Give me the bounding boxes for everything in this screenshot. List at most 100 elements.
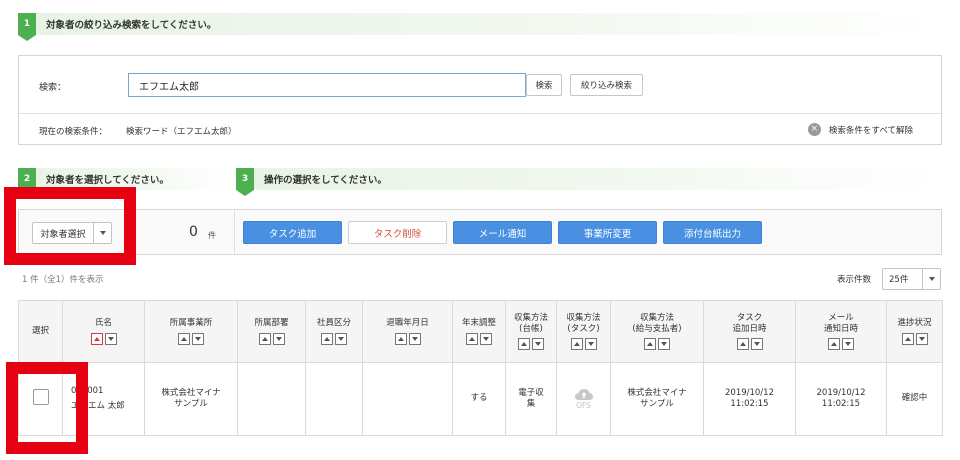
condition-label: 現在の検索条件： bbox=[39, 127, 108, 137]
column-header-label: 選択 bbox=[31, 325, 49, 336]
sort-asc-icon[interactable] bbox=[901, 332, 914, 345]
sort-asc-icon[interactable] bbox=[644, 338, 656, 351]
column-header-label: 氏名 bbox=[94, 318, 112, 329]
chevron-down-icon bbox=[922, 269, 940, 289]
department-cell bbox=[237, 362, 306, 436]
sort-desc-icon[interactable] bbox=[272, 332, 285, 345]
employee-table: 選択 氏名 所属事業所 所属部署 社員区分 退職年月日 年末調整 収集方法 (台帳) 収集方法 … bbox=[18, 300, 943, 436]
filter-search-button[interactable]: 絞り込み検索 bbox=[570, 74, 643, 96]
sort-controls bbox=[238, 332, 305, 345]
sort-controls bbox=[363, 332, 452, 345]
action-divider bbox=[234, 210, 235, 254]
sort-desc-icon[interactable] bbox=[335, 332, 347, 345]
sort-desc-icon[interactable] bbox=[480, 332, 492, 345]
ofs-cloud-icon: OFS bbox=[557, 387, 610, 411]
column-header: 進捗状況 bbox=[886, 300, 943, 363]
method-task-cell: OFS bbox=[556, 362, 611, 436]
office-cell: 株式会社マイナ サンプル bbox=[144, 362, 238, 436]
sort-controls bbox=[557, 338, 610, 351]
sort-asc-icon[interactable] bbox=[258, 332, 271, 345]
condition-value: 検索ワード（エフエム太郎） bbox=[126, 127, 237, 137]
column-header: 収集方法 (給与支払者) bbox=[610, 300, 704, 363]
sort-controls bbox=[306, 332, 362, 345]
step-3-bar: 3 操作の選択をしてください。 bbox=[236, 168, 942, 196]
sort-asc-icon[interactable] bbox=[394, 332, 407, 345]
table-header-row: 選択 氏名 所属事業所 所属部署 社員区分 退職年月日 年末調整 収集方法 (台帳) 収集方法 … bbox=[18, 300, 943, 363]
delete-task-button[interactable]: タスク削除 bbox=[348, 221, 447, 244]
column-header-label: メール 通知日時 bbox=[823, 312, 858, 334]
per-page-label: 表示件数 bbox=[837, 275, 872, 285]
clear-conditions-link[interactable]: × 検索条件をすべて解除 bbox=[807, 123, 913, 136]
status-cell: 確認中 bbox=[886, 362, 943, 436]
sort-asc-icon[interactable] bbox=[466, 332, 478, 345]
clear-icon: × bbox=[807, 123, 821, 136]
sort-asc-icon[interactable] bbox=[736, 338, 749, 351]
sort-asc-icon[interactable] bbox=[518, 338, 530, 351]
search-button[interactable]: 検索 bbox=[526, 74, 562, 96]
sort-asc-icon[interactable] bbox=[178, 332, 190, 345]
column-header: 年末調整 bbox=[452, 300, 506, 363]
add-task-button[interactable]: タスク追加 bbox=[243, 221, 342, 244]
sort-asc-icon[interactable] bbox=[321, 332, 333, 345]
column-header-label: タスク 追加日時 bbox=[732, 312, 767, 334]
column-header: 収集方法 (台帳) bbox=[505, 300, 557, 363]
sort-asc-icon[interactable] bbox=[828, 338, 840, 351]
column-header: 所属部署 bbox=[237, 300, 306, 363]
column-header: 社員区分 bbox=[305, 300, 363, 363]
column-header: 収集方法 (タスク) bbox=[556, 300, 611, 363]
list-count-note: 1 件（全1）件を表示 bbox=[22, 275, 104, 285]
sort-desc-icon[interactable] bbox=[104, 332, 117, 345]
sort-desc-icon[interactable] bbox=[750, 338, 763, 351]
year-end-cell: する bbox=[452, 362, 506, 436]
selected-count-unit: 件 bbox=[208, 231, 216, 240]
sort-desc-icon[interactable] bbox=[192, 332, 204, 345]
column-header-label: 収集方法 (給与支払者) bbox=[632, 312, 682, 334]
sort-desc-icon[interactable] bbox=[658, 338, 670, 351]
column-header-label: 進捗状況 bbox=[897, 318, 932, 329]
employee-type-cell bbox=[305, 362, 363, 436]
column-header-label: 収集方法 (タスク) bbox=[566, 312, 601, 334]
method-ledger-cell: 電子収 集 bbox=[505, 362, 557, 436]
step-1-number: 1 bbox=[18, 13, 36, 41]
mail-sent-cell: 2019/10/12 11:02:15 bbox=[795, 362, 887, 436]
step-3-text: 操作の選択をしてください。 bbox=[264, 175, 387, 186]
highlight-frame-select bbox=[4, 187, 136, 265]
column-header-label: 所属事業所 bbox=[169, 318, 213, 329]
sort-controls bbox=[145, 332, 237, 345]
action-panel: 対象者選択 0 件 タスク追加 タスク削除 メール通知 事業所変更 添付台紙出力 bbox=[18, 209, 942, 255]
column-header: 所属事業所 bbox=[144, 300, 238, 363]
sort-controls bbox=[796, 338, 886, 351]
search-panel: 検索： 検索 絞り込み検索 現在の検索条件： 検索ワード（エフエム太郎） × 検… bbox=[18, 55, 942, 145]
change-office-button[interactable]: 事業所変更 bbox=[558, 221, 657, 244]
export-sheet-button[interactable]: 添付台紙出力 bbox=[663, 221, 762, 244]
sort-desc-icon[interactable] bbox=[532, 338, 544, 351]
sort-desc-icon[interactable] bbox=[584, 338, 597, 351]
column-header-label: 収集方法 (台帳) bbox=[513, 312, 548, 334]
column-header-label: 社員区分 bbox=[316, 318, 351, 329]
sort-asc-icon[interactable] bbox=[570, 338, 583, 351]
per-page-select[interactable]: 25件 bbox=[882, 268, 941, 290]
column-header: 退職年月日 bbox=[362, 300, 453, 363]
sort-controls bbox=[63, 332, 144, 345]
table-row: 000001 エフエム 太郎 株式会社マイナ サンプル する 電子収 集 OFS… bbox=[18, 362, 943, 436]
sort-desc-icon[interactable] bbox=[408, 332, 421, 345]
search-label: 検索： bbox=[39, 83, 67, 93]
column-header: タスク 追加日時 bbox=[703, 300, 796, 363]
sort-desc-icon[interactable] bbox=[842, 338, 854, 351]
clear-conditions-label: 検索条件をすべて解除 bbox=[828, 125, 913, 136]
column-header: メール 通知日時 bbox=[795, 300, 887, 363]
sort-asc-icon[interactable] bbox=[90, 332, 103, 345]
task-added-cell: 2019/10/12 11:02:15 bbox=[703, 362, 796, 436]
sort-controls bbox=[506, 338, 556, 351]
method-payer-cell: 株式会社マイナ サンプル bbox=[610, 362, 704, 436]
step-1-text: 対象者の絞り込み検索をしてください。 bbox=[46, 20, 217, 31]
column-header-label: 年末調整 bbox=[461, 318, 496, 329]
step-2-text: 対象者を選択してください。 bbox=[46, 175, 169, 186]
retire-date-cell bbox=[362, 362, 453, 436]
selected-count: 0 bbox=[189, 224, 198, 240]
column-header: 氏名 bbox=[62, 300, 145, 363]
column-header-label: 所属部署 bbox=[254, 318, 289, 329]
sort-desc-icon[interactable] bbox=[915, 332, 928, 345]
search-input[interactable] bbox=[128, 73, 526, 97]
mail-notify-button[interactable]: メール通知 bbox=[453, 221, 552, 244]
